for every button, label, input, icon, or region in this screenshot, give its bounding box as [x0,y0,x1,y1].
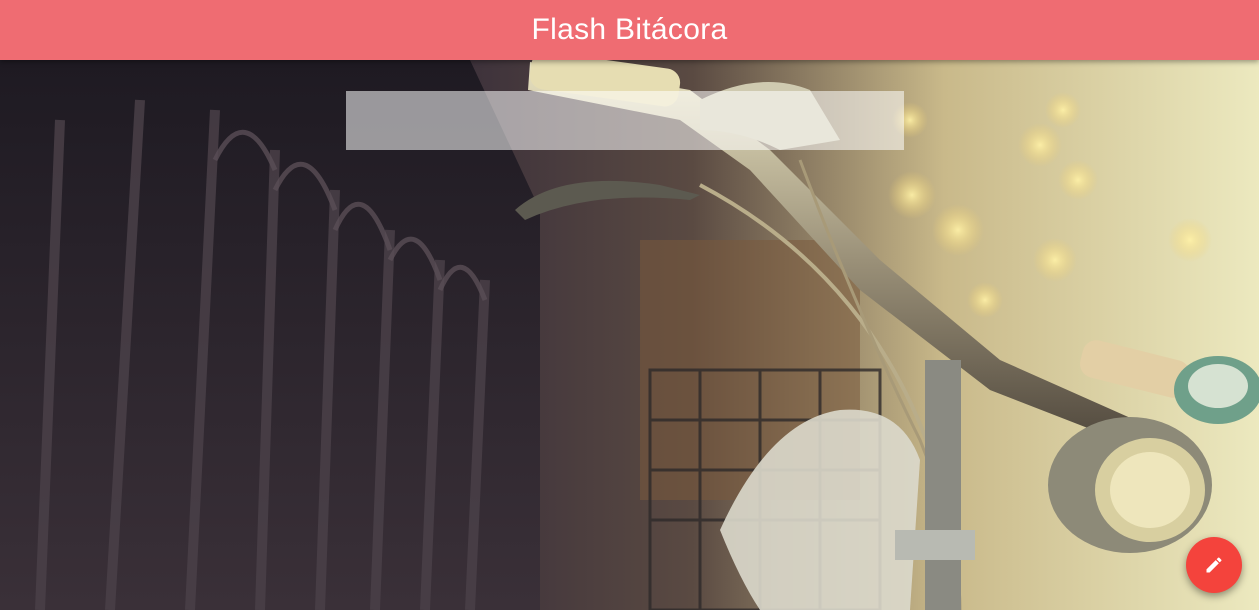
search-input[interactable] [346,91,904,150]
pencil-icon [1204,555,1224,575]
app-header: Flash Bitácora [0,0,1259,60]
new-entry-button[interactable] [1186,537,1242,593]
app-title: Flash Bitácora [531,13,728,46]
app: Flash Bitácora [0,0,1259,610]
